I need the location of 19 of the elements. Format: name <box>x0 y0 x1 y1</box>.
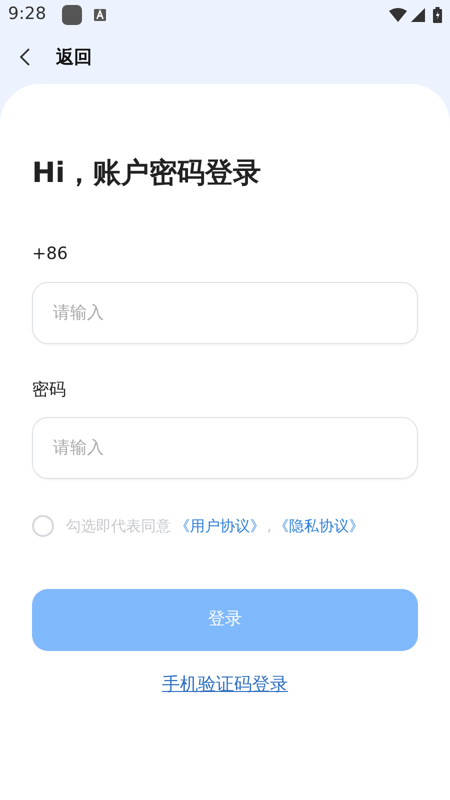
signal-icon <box>411 8 425 22</box>
agreement-link[interactable]: 《用户协议》 <box>175 515 265 538</box>
status-time: 9:28 <box>8 3 46 26</box>
agree-checkbox[interactable] <box>32 515 54 538</box>
app-icon <box>62 5 82 25</box>
sms-login-link[interactable]: 手机验证码登录 <box>162 670 288 698</box>
back-button[interactable]: 返回 <box>20 44 92 70</box>
field-label: +86 <box>32 243 69 266</box>
wifi-icon <box>389 8 407 22</box>
field-label: 密码 <box>32 378 67 402</box>
agreement-text: 勾选即代表同意 <box>66 516 171 537</box>
separator-text: , <box>267 516 272 537</box>
input-field[interactable]: 请输入 <box>32 282 418 344</box>
page-title: Hi，账户密码登录 <box>32 155 262 191</box>
agreement-link[interactable]: 《隐私协议》 <box>274 515 364 538</box>
battery-icon <box>433 7 442 23</box>
back-icon <box>20 48 30 66</box>
notification-icon <box>94 9 106 21</box>
input-field[interactable]: 请输入 <box>32 417 418 479</box>
